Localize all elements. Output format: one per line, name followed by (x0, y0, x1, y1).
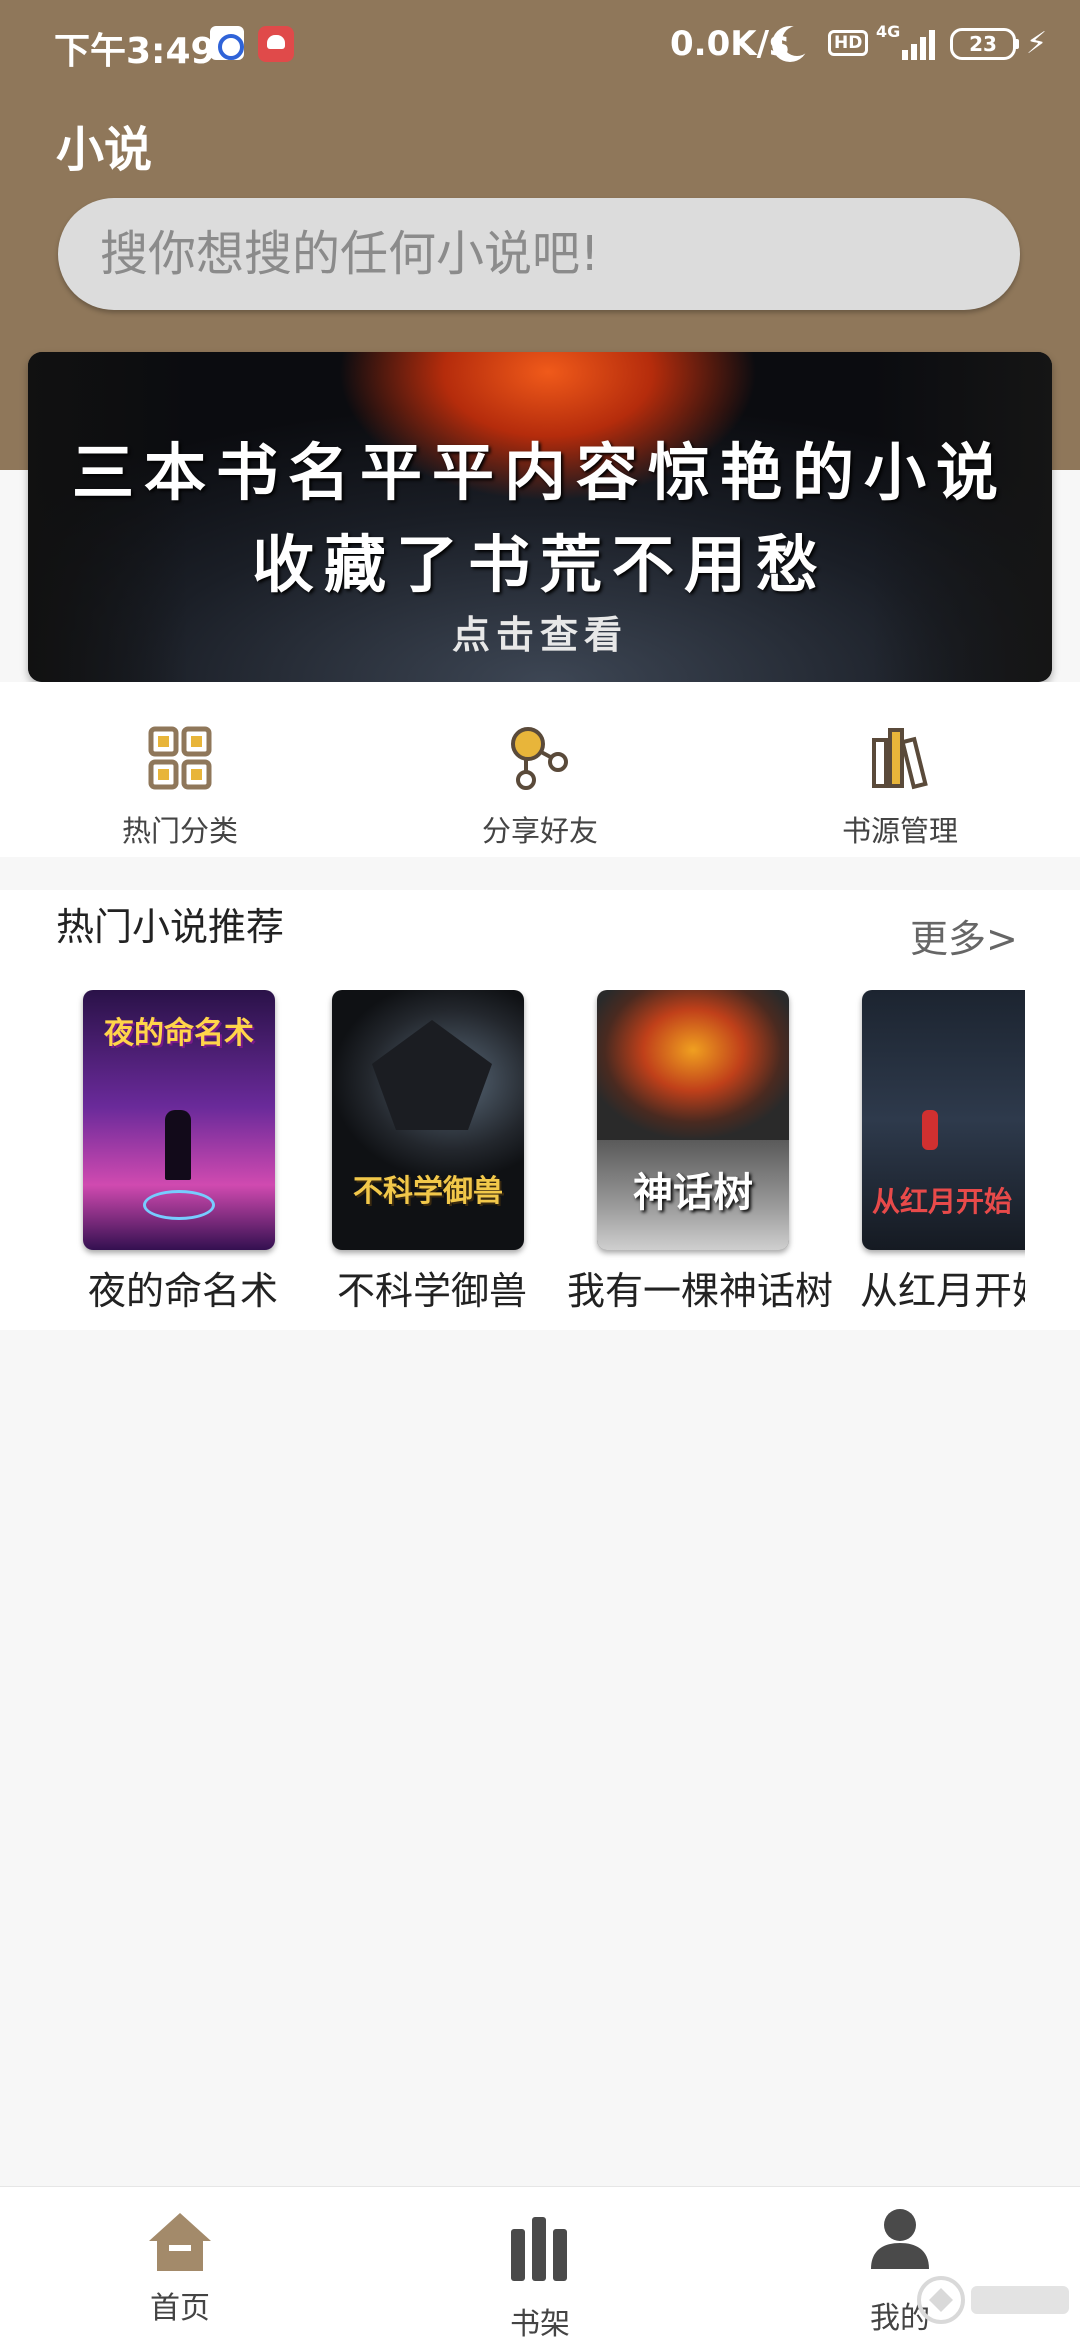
book-source-label: 书源管理 (841, 814, 958, 848)
network-type: 4G (876, 22, 901, 41)
books-icon (872, 728, 928, 790)
grid-icon (148, 726, 212, 790)
hot-categories-label: 热门分类 (121, 814, 238, 848)
nav-home-label: 首页 (150, 2291, 210, 2326)
charging-icon: ⚡ (1026, 26, 1048, 61)
home-icon (149, 2213, 211, 2271)
section-title: 热门小说推荐 (56, 905, 285, 949)
cover-title: 神话树 (633, 1169, 753, 1216)
more-link[interactable]: 更多> (910, 908, 1018, 963)
banner-subheadline: 收藏了书荒不用愁 (251, 528, 828, 601)
book-card[interactable]: 夜的命名术 夜的命名术 (83, 990, 279, 1313)
status-bar: 下午3:49 0.0K/s HD 4G 23 ⚡ (0, 0, 1080, 90)
book-title: 不科学御兽 (336, 1269, 527, 1313)
moon-icon (782, 26, 812, 56)
book-card[interactable]: 神话树 我有一棵神话树 (567, 990, 833, 1313)
cover-title: 夜的命名术 (104, 1016, 254, 1051)
quick-menu: 热门分类 分享好友 书源管理 (0, 682, 1080, 857)
nav-home[interactable]: 首页 (80, 2205, 280, 2335)
book-title: 从红月开始 (860, 1269, 1025, 1313)
nav-bookshelf[interactable]: 书架 (440, 2205, 640, 2340)
banner-headline: 三本书名平平内容惊艳的小说 (71, 436, 1008, 509)
search-input[interactable] (100, 222, 980, 286)
signal-icon (898, 28, 938, 60)
share-icon (511, 727, 568, 790)
share-friends-label: 分享好友 (481, 814, 598, 848)
book-title: 夜的命名术 (87, 1269, 278, 1313)
book-cover: 不科学御兽 (332, 990, 524, 1250)
book-source-button[interactable]: 书源管理 (780, 726, 1020, 848)
page-title: 小说 (56, 122, 153, 178)
status-time: 下午3:49 (54, 31, 216, 72)
hd-icon: HD (828, 30, 869, 56)
nav-bookshelf-label: 书架 (510, 2307, 570, 2340)
search-bar[interactable] (58, 198, 1020, 310)
book-cover: 神话树 (597, 990, 789, 1250)
cloud-app-icon (258, 26, 294, 62)
promo-banner[interactable]: 三本书名平平内容惊艳的小说 收藏了书荒不用愁 点击查看 (28, 352, 1052, 682)
battery-icon: 23 (950, 28, 1019, 60)
cover-title: 从红月开始 (872, 1185, 1013, 1218)
network-speed: 0.0K/s (670, 24, 790, 64)
banner-cta[interactable]: 点击查看 (28, 604, 1052, 659)
book-carousel[interactable]: 夜的命名术 夜的命名术 不科学御兽 不科学御兽 神话树 我有一棵神话树 从红月开… (0, 990, 1025, 1330)
cover-title: 不科学御兽 (353, 1174, 503, 1209)
book-card[interactable]: 从红月开始 从红月开始 (860, 990, 1025, 1313)
user-icon (871, 2209, 929, 2269)
hot-categories-button[interactable]: 热门分类 (60, 726, 300, 848)
book-card[interactable]: 不科学御兽 不科学御兽 (332, 990, 528, 1313)
bookshelf-icon (511, 2217, 567, 2281)
recommendation-section: 热门小说推荐 更多> 夜的命名术 夜的命名术 不科学御兽 不科学御兽 神话树 我… (0, 890, 1080, 1330)
book-title: 我有一棵神话树 (567, 1269, 834, 1313)
book-cover: 从红月开始 (862, 990, 1025, 1250)
baidu-app-icon (210, 26, 244, 60)
book-cover: 夜的命名术 (83, 990, 275, 1250)
watermark-logo (917, 2276, 1069, 2324)
share-friends-button[interactable]: 分享好友 (420, 726, 660, 848)
